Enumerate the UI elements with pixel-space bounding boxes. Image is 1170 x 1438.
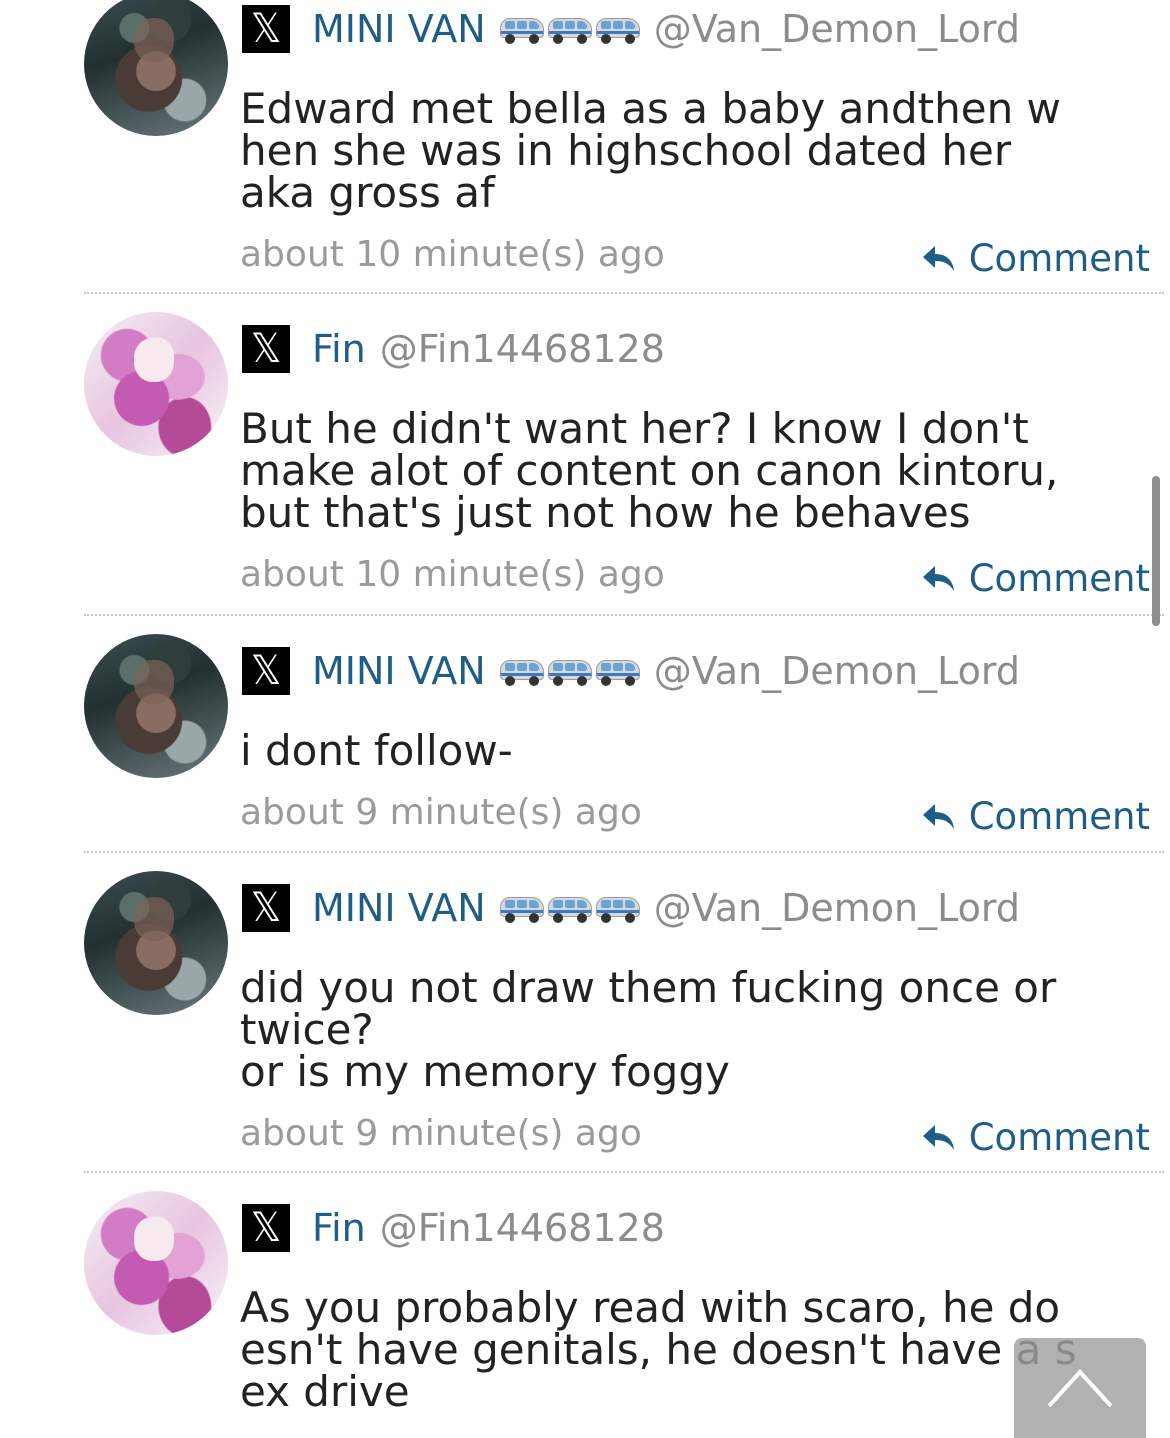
van-emoji-icon [499,893,640,923]
van-emoji-icon [499,14,640,44]
timestamp: about 9 minute(s) ago [240,1113,642,1154]
reply-arrow-icon [922,566,954,591]
display-name[interactable]: Fin [312,327,366,371]
comment-header: 𝕏 Fin @Fin14468128 [242,325,665,373]
x-logo-icon: 𝕏 [242,5,290,53]
comment-meta: about 9 minute(s) ago Comment [240,790,1150,838]
user-handle[interactable]: @Fin14468128 [380,1206,665,1250]
scrollbar[interactable] [1152,476,1160,626]
comment-text: i dont follow- [240,726,513,775]
timestamp: about 10 minute(s) ago [240,234,665,275]
up-arrow-icon [1047,1369,1113,1408]
reply-arrow-icon [922,804,954,829]
display-name[interactable]: Fin [312,1206,366,1250]
comment-header: 𝕏 MINI VAN @Van_Demon_Lord [242,884,1020,932]
avatar[interactable] [84,312,228,456]
reply-arrow-icon [922,1125,954,1150]
x-logo-icon: 𝕏 [242,325,290,373]
x-logo-icon: 𝕏 [242,884,290,932]
user-handle[interactable]: @Fin14468128 [380,327,665,371]
comment-text: did you not draw them fucking once or tw… [240,963,1057,1096]
timestamp: about 9 minute(s) ago [240,792,642,833]
display-name[interactable]: MINI VAN [312,649,486,693]
divider [84,614,1164,616]
divider [84,1171,1164,1173]
user-handle[interactable]: @Van_Demon_Lord [654,649,1020,693]
comment-header: 𝕏 Fin @Fin14468128 [242,1204,665,1252]
display-name[interactable]: MINI VAN [312,886,486,930]
user-handle[interactable]: @Van_Demon_Lord [654,7,1020,51]
divider [84,851,1164,853]
x-logo-icon: 𝕏 [242,647,290,695]
avatar[interactable] [84,634,228,778]
comment-label: Comment [968,1116,1150,1159]
comment-meta: about 9 minute(s) ago Comment [240,1111,1150,1159]
divider [84,292,1164,294]
avatar[interactable] [84,1191,228,1335]
comment-meta: about 10 minute(s) ago Comment [240,552,1150,600]
comment-text: Edward met bella as a baby andthen w hen… [240,84,1061,217]
van-emoji-icon [499,656,640,686]
comment-button[interactable]: Comment [921,556,1150,602]
reply-arrow-icon [922,246,954,271]
comment-button[interactable]: Comment [921,236,1150,282]
comment-label: Comment [968,795,1150,838]
comment-text: But he didn't want her? I know I don't m… [240,404,1059,537]
comment-header: 𝕏 MINI VAN @Van_Demon_Lord [242,5,1020,53]
comment-label: Comment [968,237,1150,280]
comment-label: Comment [968,557,1150,600]
comment-meta: about 10 minute(s) ago Comment [240,232,1150,280]
comment-header: 𝕏 MINI VAN @Van_Demon_Lord [242,647,1020,695]
avatar[interactable] [84,0,228,136]
comment-button[interactable]: Comment [921,1115,1150,1161]
comment-text: As you probably read with scaro, he do e… [240,1283,1077,1416]
x-logo-icon: 𝕏 [242,1204,290,1252]
comment-button[interactable]: Comment [921,794,1150,840]
avatar[interactable] [84,871,228,1015]
display-name[interactable]: MINI VAN [312,7,486,51]
user-handle[interactable]: @Van_Demon_Lord [654,886,1020,930]
timestamp: about 10 minute(s) ago [240,554,665,595]
scroll-to-top-button[interactable] [1014,1338,1146,1438]
